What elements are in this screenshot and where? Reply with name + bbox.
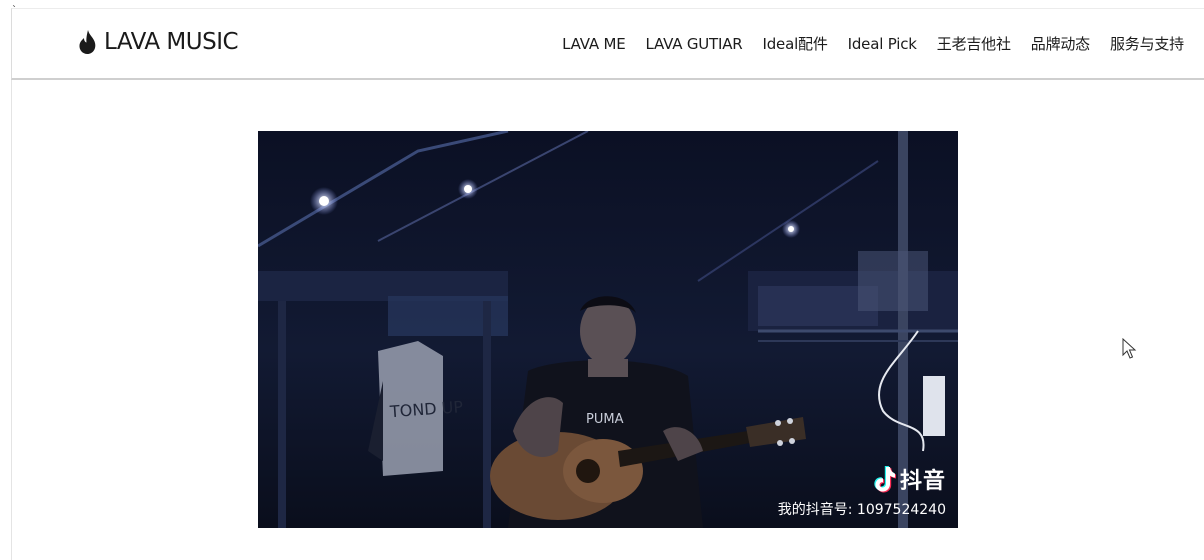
brand-logo-link[interactable]: LAVA MUSIC	[78, 27, 239, 57]
flame-icon	[79, 30, 96, 54]
video-player[interactable]: TOND UP PUMA 抖音 我的抖音号: 1097524240	[258, 131, 958, 528]
video-watermark: 抖音	[872, 463, 946, 495]
brand-name: LAVA MUSIC	[104, 29, 239, 55]
nav-item-ideal-accessories[interactable]: Ideal配件	[763, 33, 828, 54]
nav-item-guitar-club[interactable]: 王老吉他社	[937, 33, 1011, 54]
nav-item-ideal-pick[interactable]: Ideal Pick	[848, 35, 917, 53]
nav-item-lava-gutiar[interactable]: LAVA GUTIAR	[645, 35, 742, 53]
nav-item-brand-news[interactable]: 品牌动态	[1031, 33, 1090, 54]
left-divider	[11, 80, 12, 560]
main-nav: LAVA ME LAVA GUTIAR Ideal配件 Ideal Pick 王…	[562, 33, 1184, 54]
video-frame: TOND UP PUMA	[258, 131, 958, 528]
nav-item-lava-me[interactable]: LAVA ME	[562, 35, 626, 53]
watermark-account-id: 我的抖音号: 1097524240	[777, 502, 946, 518]
site-header: LAVA MUSIC LAVA ME LAVA GUTIAR Ideal配件 I…	[11, 8, 1204, 80]
page: ` LAVA MUSIC LAVA ME LAVA GUTIAR Ideal配件…	[0, 0, 1204, 560]
svg-text:PUMA: PUMA	[586, 412, 624, 427]
mouse-pointer-icon	[1122, 338, 1137, 359]
nav-item-service-support[interactable]: 服务与支持	[1110, 33, 1184, 54]
watermark-brand: 抖音	[899, 469, 946, 494]
tiktok-note-icon	[874, 466, 896, 493]
